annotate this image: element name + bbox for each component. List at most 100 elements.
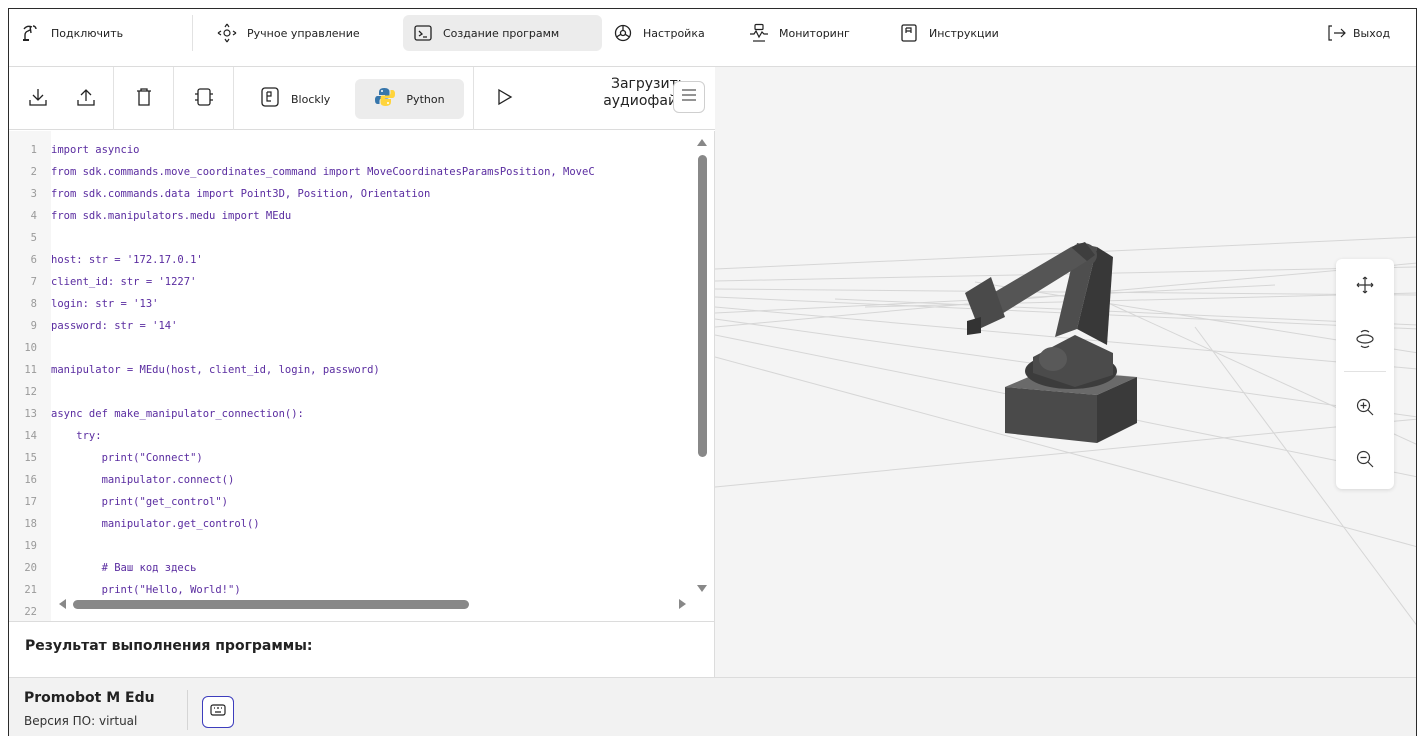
line-number: 11 — [24, 364, 37, 376]
delete-button[interactable] — [129, 79, 159, 119]
code-line[interactable]: 15 print("Connect") — [9, 447, 709, 469]
line-number: 13 — [24, 408, 37, 420]
code-line[interactable]: 13 async def make_manipulator_connection(… — [9, 403, 709, 425]
upload-button[interactable] — [71, 79, 101, 119]
upload-audio-button[interactable]: Загрузить аудиофайл — [566, 76, 686, 110]
nav-divider — [192, 15, 193, 51]
code-line[interactable]: 5 — [9, 227, 709, 249]
code-line[interactable]: 11 manipulator = MEdu(host, client_id, lo… — [9, 359, 709, 381]
run-button[interactable] — [489, 79, 519, 119]
blockly-label: Blockly — [291, 92, 331, 106]
scroll-up-arrow[interactable] — [697, 139, 707, 146]
blockly-tab[interactable]: Blockly — [251, 79, 338, 119]
compile-button[interactable] — [189, 79, 219, 119]
code-line[interactable]: 16 manipulator.connect() — [9, 469, 709, 491]
upload-icon — [75, 86, 97, 112]
code-line[interactable]: 6 host: str = '172.17.0.1' — [9, 249, 709, 271]
line-number: 4 — [30, 210, 37, 222]
code-line[interactable]: 19 — [9, 535, 709, 557]
logout-button[interactable]: Выход — [1327, 15, 1390, 51]
code-text: async def make_manipulator_connection(): — [51, 408, 304, 420]
code-text: print("Hello, World!") — [51, 584, 241, 596]
code-line[interactable]: 8 login: str = '13' — [9, 293, 709, 315]
line-number: 8 — [30, 298, 37, 310]
nav-settings[interactable]: Настройка — [613, 15, 705, 51]
code-line[interactable]: 9 password: str = '14' — [9, 315, 709, 337]
code-text: manipulator.get_control() — [51, 518, 260, 530]
nav-monitoring-label: Мониторинг — [779, 26, 850, 40]
download-button[interactable] — [23, 79, 53, 119]
code-line[interactable]: 3 from sdk.commands.data import Point3D, … — [9, 183, 709, 205]
play-icon — [493, 86, 515, 112]
toolbar-divider — [233, 67, 234, 130]
nav-manual-control[interactable]: Ручное управление — [217, 15, 360, 51]
top-navigation: Подключить Ручное управление Создание пр… — [9, 9, 1416, 67]
line-number: 6 — [30, 254, 37, 266]
nav-program-creation[interactable]: Создание программ — [403, 15, 602, 51]
python-label: Python — [406, 92, 445, 106]
code-line[interactable]: 4 from sdk.manipulators.medu import MEdu — [9, 205, 709, 227]
download-icon — [27, 86, 49, 112]
nav-settings-label: Настройка — [643, 26, 705, 40]
zoom-out-button[interactable] — [1351, 447, 1379, 475]
code-line[interactable]: 20 # Ваш код здесь — [9, 557, 709, 579]
nav-instructions[interactable]: Инструкции — [899, 15, 999, 51]
code-text: import asyncio — [51, 144, 140, 156]
instructions-icon — [899, 23, 919, 43]
scroll-right-arrow[interactable] — [679, 599, 686, 609]
robot-name: Promobot M Edu — [24, 690, 155, 706]
python-tab[interactable]: Python — [355, 79, 464, 119]
code-line[interactable]: 7 client_id: str = '1227' — [9, 271, 709, 293]
trash-icon — [133, 86, 155, 112]
software-version: Версия ПО: virtual — [24, 714, 138, 728]
line-number: 16 — [24, 474, 37, 486]
menu-button[interactable] — [673, 81, 705, 113]
code-line[interactable]: 17 print("get_control") — [9, 491, 709, 513]
line-number: 9 — [30, 320, 37, 332]
horizontal-scroll-thumb[interactable] — [73, 600, 469, 609]
horizontal-scrollbar[interactable] — [53, 597, 695, 611]
chip-icon — [193, 86, 215, 112]
pan-button[interactable] — [1351, 273, 1379, 301]
line-number: 21 — [24, 584, 37, 596]
zoom-out-icon — [1355, 449, 1375, 473]
terminal-icon — [413, 23, 433, 43]
zoom-in-button[interactable] — [1351, 395, 1379, 423]
vertical-scrollbar[interactable] — [695, 139, 709, 593]
code-line[interactable]: 14 try: — [9, 425, 709, 447]
keyboard-button[interactable] — [202, 696, 234, 728]
program-result-panel: Результат выполнения программы: — [9, 621, 715, 677]
code-line[interactable]: 12 — [9, 381, 709, 403]
toolbar-divider — [113, 67, 114, 130]
line-number: 7 — [30, 276, 37, 288]
footer-divider — [187, 690, 188, 730]
code-line[interactable]: 2 from sdk.commands.move_coordinates_comm… — [9, 161, 709, 183]
robot-3d-viewport[interactable] — [715, 67, 1416, 677]
rotate-button[interactable] — [1351, 327, 1379, 355]
line-number: 10 — [24, 342, 37, 354]
code-line[interactable]: 10 — [9, 337, 709, 359]
code-text: try: — [51, 430, 102, 442]
editor-toolbar: Blockly Python Загрузить аудиофайл — [9, 67, 715, 130]
code-editor[interactable]: 1 import asyncio 2 from sdk.commands.move_c… — [9, 131, 715, 621]
code-text: from sdk.commands.move_coordinates_comma… — [51, 166, 595, 178]
code-line[interactable]: 1 import asyncio — [9, 139, 709, 161]
viewport-controls — [1336, 259, 1394, 489]
code-text: print("Connect") — [51, 452, 203, 464]
menu-icon — [680, 86, 698, 108]
rotate-icon — [1355, 329, 1375, 353]
line-number: 20 — [24, 562, 37, 574]
scroll-left-arrow[interactable] — [59, 599, 66, 609]
nav-connect[interactable]: Подключить — [21, 15, 123, 51]
code-line[interactable]: 18 manipulator.get_control() — [9, 513, 709, 535]
nav-manual-control-label: Ручное управление — [247, 26, 360, 40]
status-footer: Promobot M Edu Версия ПО: virtual — [9, 677, 1416, 736]
code-text: manipulator = MEdu(host, client_id, logi… — [51, 364, 380, 376]
code-text: host: str = '172.17.0.1' — [51, 254, 203, 266]
scroll-down-arrow[interactable] — [697, 585, 707, 592]
zoom-in-icon — [1355, 397, 1375, 421]
nav-monitoring[interactable]: Мониторинг — [749, 15, 850, 51]
vertical-scroll-thumb[interactable] — [698, 155, 707, 457]
connect-icon — [21, 23, 41, 43]
app-window: Подключить Ручное управление Создание пр… — [8, 8, 1417, 736]
